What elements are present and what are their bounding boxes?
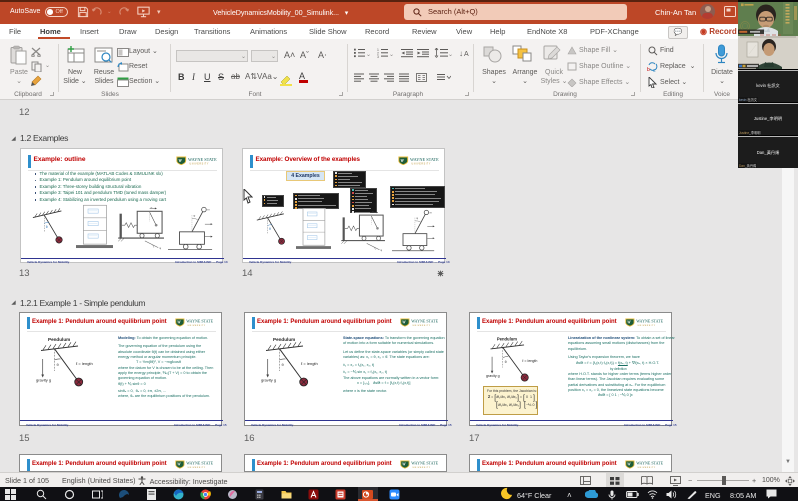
svg-text:3: 3 — [377, 55, 379, 58]
svg-text:↓: ↓ — [459, 49, 463, 58]
svg-text:b: b — [647, 67, 650, 72]
svg-text:A: A — [464, 51, 469, 58]
